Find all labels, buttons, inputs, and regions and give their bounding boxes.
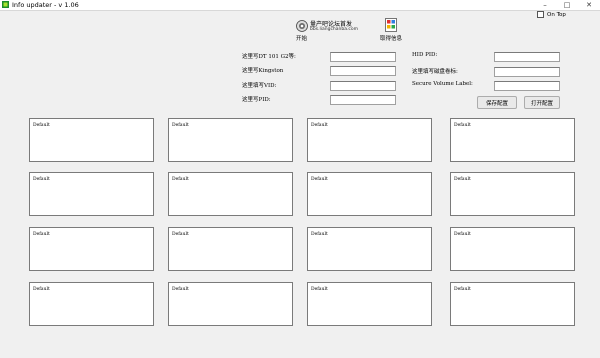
open-config-button[interactable]: 打开配置 <box>524 96 560 109</box>
title-bar: Info updater - v 1.06 – □ ✕ <box>0 0 600 11</box>
vid-input[interactable] <box>330 81 396 91</box>
secure-volume-label-input[interactable] <box>494 81 560 91</box>
pid-label: 这里写PID: <box>242 97 271 103</box>
close-button[interactable]: ✕ <box>578 0 600 10</box>
hid-pid-label: HID PID: <box>412 52 438 58</box>
app-icon <box>2 1 9 8</box>
secure-volume-label-label: Secure Volume Label: <box>412 81 473 87</box>
info-pane[interactable]: Default <box>450 118 575 162</box>
minimize-button[interactable]: – <box>534 0 556 10</box>
info-pane[interactable]: Default <box>168 282 293 326</box>
site-url: bbs.liangchanba.com <box>310 27 359 32</box>
info-pane[interactable]: Default <box>168 118 293 162</box>
info-pane[interactable]: Default <box>450 282 575 326</box>
info-pane[interactable]: Default <box>29 118 154 162</box>
vendor-label: 这里写Kingston <box>242 68 284 74</box>
on-top-option[interactable]: On Top <box>537 11 566 18</box>
read-info-button[interactable]: 取得信息 <box>380 18 402 42</box>
volume-label-input[interactable] <box>494 67 560 77</box>
model-input[interactable] <box>330 52 396 62</box>
document-icon <box>385 18 397 32</box>
hid-pid-input[interactable] <box>494 52 560 62</box>
info-pane[interactable]: Default <box>307 118 432 162</box>
info-pane[interactable]: Default <box>168 227 293 271</box>
info-pane[interactable]: Default <box>29 172 154 216</box>
info-pane[interactable]: Default <box>450 227 575 271</box>
volume-label-label: 这里填写磁盘卷标: <box>412 69 458 75</box>
pid-input[interactable] <box>330 95 396 105</box>
start-label[interactable]: 开始 <box>296 34 307 42</box>
vendor-input[interactable] <box>330 66 396 76</box>
info-pane[interactable]: Default <box>307 282 432 326</box>
globe-icon[interactable] <box>296 20 308 32</box>
on-top-label: On Top <box>547 11 566 18</box>
info-pane[interactable]: Default <box>307 172 432 216</box>
read-info-label: 取得信息 <box>380 36 403 42</box>
info-pane[interactable]: Default <box>168 172 293 216</box>
window-title: Info updater - v 1.06 <box>12 1 79 9</box>
info-pane[interactable]: Default <box>29 227 154 271</box>
info-pane[interactable]: Default <box>307 227 432 271</box>
model-label: 这里写DT 101 G2等: <box>242 54 296 60</box>
save-config-button[interactable]: 保存配置 <box>477 96 517 109</box>
info-pane[interactable]: Default <box>450 172 575 216</box>
maximize-button[interactable]: □ <box>556 0 578 10</box>
vid-label: 这里填写VID: <box>242 83 277 89</box>
info-pane[interactable]: Default <box>29 282 154 326</box>
on-top-checkbox[interactable] <box>537 11 544 18</box>
